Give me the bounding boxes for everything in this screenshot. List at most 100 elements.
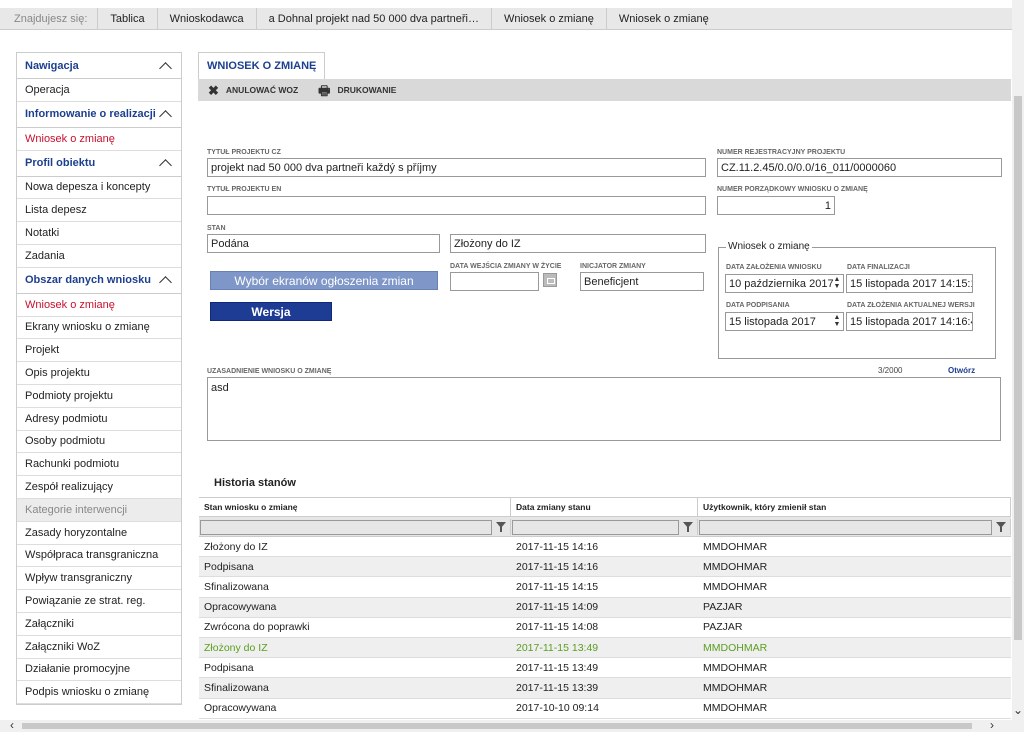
title-en-label: TYTUŁ PROJEKTU EN [207,186,282,193]
state-field[interactable]: Podána [207,234,440,253]
sidebar-item[interactable]: Wniosek o zmianę [17,128,181,151]
sidebar-item[interactable]: Działanie promocyjne [17,659,181,682]
sidebar-item[interactable]: Rachunki podmiotu [17,453,181,477]
sidebar-item[interactable]: Współpraca transgraniczna [17,545,181,568]
chevron-up-icon[interactable] [159,59,173,73]
filter-input-state[interactable] [200,519,492,535]
sidebar-item[interactable]: Osoby podmiotu [17,431,181,454]
chevron-up-icon[interactable] [159,273,173,287]
sidebar-item[interactable]: Adresy podmiotu [17,408,181,431]
sidebar-item[interactable]: Wniosek o zmianę [17,294,181,317]
created-date-spinner-icon[interactable]: ▲ ▼ [832,276,842,291]
table-cell-user: MMDOHMAR [703,681,768,694]
reg-no-field[interactable]: CZ.11.2.45/0.0/0.0/16_011/0000060 [717,158,1002,177]
open-link[interactable]: Otwórz [948,366,975,375]
cancel-woz-button[interactable]: ✖ ANULOWAĆ WOZ [198,79,308,101]
table-cell-date: 2017-11-15 14:15 [516,580,599,593]
table-row[interactable]: Złożony do IZ 2017-11-15 14:16 MMDOHMAR [199,537,1011,558]
vertical-scrollbar[interactable]: ⌄ [1012,0,1024,720]
calendar-icon[interactable] [543,273,557,287]
sidebar-item[interactable]: Zespół realizujący [17,476,181,499]
effective-date-field[interactable] [450,272,539,291]
sidebar-item[interactable]: Zadania [17,245,181,268]
signed-date-spinner-icon[interactable]: ▲ ▼ [832,314,842,329]
sidebar-item[interactable]: Notatki [17,222,181,245]
table-row[interactable]: Podpisana 2017-11-15 14:16 MMDOHMAR [199,557,1011,578]
column-header-state[interactable]: Stan wniosku o zmianę [199,498,511,516]
sidebar-item[interactable]: Wpływ transgraniczny [17,567,181,591]
table-cell-date: 2017-11-15 14:16 [516,560,599,573]
justification-textarea[interactable]: asd [207,377,1001,441]
title-cz-field[interactable]: projekt nad 50 000 dva partneři každý s … [207,158,706,177]
filter-input-user[interactable] [699,519,992,535]
submitted-date-label: DATA ZŁOŻENIA AKTUALNEJ WERSJI [847,302,975,309]
choose-screens-button[interactable]: Wybór ekranów ogłoszenia zmian [210,271,438,290]
filter-icon[interactable] [496,521,506,532]
signed-date-field[interactable]: 15 listopada 2017 ▲ ▼ [725,312,844,331]
version-button[interactable]: Wersja [210,302,332,321]
print-button[interactable]: 🖶 DRUKOWANIE [308,79,406,101]
initiator-field[interactable]: Beneficjent [580,272,704,291]
table-row[interactable]: Opracowywana 2017-11-15 14:09 PAZJAR [199,597,1011,618]
table-cell-user: MMDOHMAR [703,661,768,674]
submitted-date-field[interactable]: 15 listopada 2017 14:16:40 [846,312,973,331]
table-row[interactable]: Opracowywana 2017-10-10 09:14 MMDOHMAR [199,699,1011,719]
sidebar-item[interactable]: Załączniki [17,613,181,636]
print-label: DRUKOWANIE [337,85,397,95]
chevron-up-icon[interactable] [159,156,173,170]
filter-icon[interactable] [996,521,1006,532]
table-cell-user: MMDOHMAR [703,540,768,553]
table-row[interactable]: Sfinalizowana 2017-11-15 14:15 MMDOHMAR [199,577,1011,598]
created-date-field[interactable]: 10 października 2017 ▲ ▼ [725,274,844,293]
sidebar-item[interactable]: Opis projektu [17,362,181,385]
sidebar-item[interactable]: Podpis wniosku o zmianę [17,681,181,705]
sidebar-section-header[interactable]: Profil obiektu [17,151,181,177]
breadcrumb-item-project[interactable]: a Dohnal projekt nad 50 000 dva partneři… [255,7,491,30]
breadcrumb-label: Znajdujesz się: [14,12,88,25]
state-field-2[interactable]: Złożony do IZ [450,234,706,253]
horizontal-scrollbar[interactable]: ‹ › [0,719,1024,732]
toolbar: ✖ ANULOWAĆ WOZ 🖶 DRUKOWANIE [198,79,1011,101]
column-header-date[interactable]: Data zmiany stanu [511,498,698,516]
table-row[interactable]: Podpisana 2017-11-15 13:49 MMDOHMAR [199,658,1011,679]
sidebar-item[interactable]: Zasady horyzontalne [17,522,181,545]
effective-date-label: DATA WEJŚCIA ZMIANY W ŻYCIE [450,263,562,270]
table-cell-state: Podpisana [204,560,254,573]
vertical-scroll-thumb[interactable] [1014,96,1022,640]
chevron-right-icon[interactable]: › [990,719,994,731]
table-row[interactable]: Zwrócona do poprawki 2017-11-15 14:08 PAZJ… [199,618,1011,638]
table-row[interactable]: Złożony do IZ 2017-11-15 13:49 MMDOHMAR [199,637,1011,659]
sidebar-item[interactable]: Nowa depesza i koncepty [17,177,181,200]
sidebar-item[interactable]: Lista depesz [17,199,181,223]
order-no-field[interactable]: 1 [717,196,835,215]
sidebar-section-header[interactable]: Nawigacja [17,53,181,79]
sidebar-item[interactable]: Podmioty projektu [17,385,181,408]
char-counter: 3/2000 [878,366,903,375]
title-en-field[interactable] [207,196,706,215]
table-cell-date: 2017-11-15 13:49 [516,641,599,654]
column-header-user[interactable]: Użytkownik, który zmienił stan [698,498,1011,516]
horizontal-scroll-thumb[interactable] [22,723,972,729]
chevron-up-icon[interactable] [159,107,173,121]
filter-cell-date [511,518,698,535]
close-icon: ✖ [208,82,219,98]
breadcrumb-item-dashboard[interactable]: Tablica [97,7,156,30]
chevron-left-icon[interactable]: ‹ [10,719,14,731]
sidebar-item[interactable]: Operacja [17,79,181,102]
table-cell-date: 2017-10-10 09:14 [516,702,599,715]
sidebar-item[interactable]: Projekt [17,339,181,363]
justification-label: UZASADNIENIE WNIOSKU O ZMIANĘ [207,368,332,375]
chevron-down-icon[interactable]: ⌄ [1013,704,1023,716]
sidebar-item[interactable]: Załączniki WoZ [17,636,181,659]
sidebar-section-header[interactable]: Informowanie o realizacji [17,102,181,128]
finalized-date-field[interactable]: 15 listopada 2017 14:15:14 [846,274,973,293]
breadcrumb-item-change-request[interactable]: Wniosek o zmianę [490,7,606,30]
tab-change-request[interactable]: WNIOSEK O ZMIANĘ [198,52,326,79]
sidebar-section-header[interactable]: Obszar danych wniosku [17,268,181,294]
sidebar-item[interactable]: Ekrany wniosku o zmianę [17,317,181,340]
sidebar-item[interactable]: Powiązanie ze strat. reg. [17,590,181,613]
table-row[interactable]: Sfinalizowana 2017-11-15 13:39 MMDOHMAR [199,678,1011,699]
filter-input-date[interactable] [512,519,679,535]
breadcrumb-item-applicant[interactable]: Wnioskodawca [156,7,256,30]
filter-icon[interactable] [683,521,693,532]
